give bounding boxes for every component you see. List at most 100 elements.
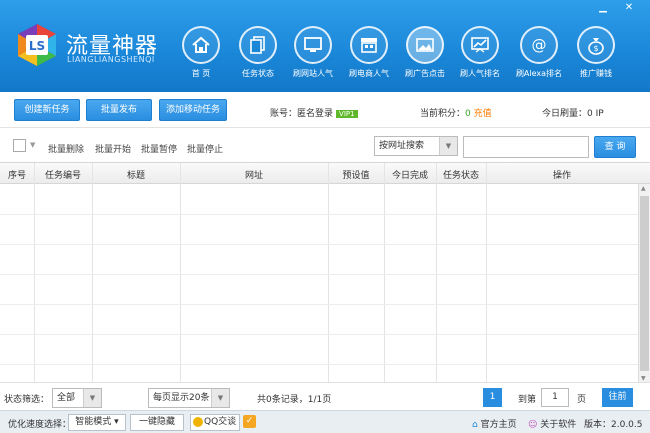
chevron-down-icon: ▼ <box>83 389 101 407</box>
table-header: 序号 任务编号 标题 网址 预设值 今日完成 任务状态 操作 <box>0 163 650 184</box>
batch-start-link[interactable]: 批量开始 <box>95 142 131 155</box>
chart-icon <box>471 37 489 53</box>
col-task-id: 任务编号 <box>44 171 81 181</box>
points-value: 0 <box>465 109 471 119</box>
version-text: 版本：2.0.0.5 <box>584 420 643 430</box>
nav-promote-earn[interactable]: $ 推广赚钱 <box>567 26 625 86</box>
points-label: 当前积分： <box>420 109 466 119</box>
goto-button[interactable]: 往前 <box>602 388 633 407</box>
status-bar: 优化速度选择： 智能模式 ▾ 一键隐藏 QQ交谈 ✓ ⌂ 官方主页 ☺ 关于软件… <box>0 410 650 433</box>
nav-task-status[interactable]: 任务状态 <box>229 26 287 86</box>
close-button[interactable]: ✕ <box>622 2 636 13</box>
status-filter-value: 全部 <box>57 393 76 403</box>
chevron-down-icon[interactable]: ▼ <box>30 141 35 149</box>
money-bag-icon: $ <box>588 38 604 55</box>
add-mobile-task-button[interactable]: 添加移动任务 <box>159 99 227 121</box>
col-task-status: 任务状态 <box>442 171 479 181</box>
hide-window-button[interactable]: 一键隐藏 <box>130 414 184 431</box>
nav-ecommerce-traffic-label: 刷电商人气 <box>349 69 389 78</box>
scroll-down-icon[interactable]: ▼ <box>641 375 646 382</box>
query-button[interactable]: 查 询 <box>594 136 636 158</box>
svg-text:$: $ <box>593 44 598 53</box>
table-scrollbar[interactable]: ▲ ▼ <box>638 184 650 383</box>
col-url: 网址 <box>244 171 263 181</box>
chevron-down-icon: ▼ <box>211 389 229 407</box>
nav-site-traffic[interactable]: 刷网站人气 <box>284 26 342 86</box>
account-value: 匿名登录 <box>297 109 334 119</box>
batch-publish-button[interactable]: 批量发布 <box>86 99 152 121</box>
account-label: 账号： <box>270 109 298 119</box>
svg-text:@: @ <box>532 36 547 54</box>
action-toolbar: 创建新任务 批量发布 添加移动任务 账号：匿名登录 VIP1 当前积分：0 充值 … <box>0 92 650 128</box>
qq-chat-button[interactable]: QQ交谈 <box>190 414 240 431</box>
nav-home-label: 首 页 <box>191 69 211 78</box>
col-title: 标题 <box>126 171 145 181</box>
about-link[interactable]: ☺ 关于软件 <box>528 417 576 430</box>
speed-mode-select[interactable]: 智能模式 ▾ <box>68 414 126 431</box>
col-preset: 预设值 <box>342 171 370 181</box>
document-icon <box>250 36 265 54</box>
record-count: 共0条记录，1/1页 <box>257 395 332 405</box>
page-button-current[interactable]: 1 <box>483 388 502 407</box>
points-info: 当前积分：0 充值 <box>420 106 492 119</box>
create-task-button[interactable]: 创建新任务 <box>14 99 80 121</box>
speed-label: 优化速度选择： <box>8 420 72 430</box>
col-actions: 操作 <box>552 171 571 181</box>
nav-ecommerce-traffic[interactable]: 刷电商人气 <box>340 26 398 86</box>
batch-delete-link[interactable]: 批量删除 <box>48 142 84 155</box>
nav-promote-earn-label: 推广赚钱 <box>580 69 612 78</box>
per-page-select[interactable]: 每页显示20条 ▼ <box>148 388 230 408</box>
homepage-link[interactable]: ⌂ 官方主页 <box>472 417 517 430</box>
monitor-icon <box>304 37 322 52</box>
account-info: 账号：匿名登录 VIP1 <box>270 106 358 119</box>
page-unit: 页 <box>577 395 587 405</box>
qq-icon <box>193 417 203 427</box>
nav-ad-click[interactable]: 刷广告点击 <box>396 26 454 86</box>
chevron-down-icon: ▾ <box>114 417 119 427</box>
batch-pause-link[interactable]: 批量暂停 <box>141 142 177 155</box>
logo-text: LS <box>29 39 45 53</box>
status-filter-select[interactable]: 全部 ▼ <box>52 388 102 408</box>
app-logo-icon: LS <box>18 24 56 66</box>
col-index: 序号 <box>7 171 26 181</box>
search-mode-value: 按网址搜索 <box>379 141 425 151</box>
check-icon: ✓ <box>243 415 256 428</box>
minimize-button[interactable]: ▁ <box>596 2 610 13</box>
col-today-done: 今日完成 <box>391 171 428 181</box>
goto-page-input[interactable]: 1 <box>541 388 569 407</box>
select-all-checkbox[interactable] <box>13 139 26 152</box>
image-icon <box>416 38 434 52</box>
per-page-value: 每页显示20条 <box>153 393 210 403</box>
today-value: 0 IP <box>587 109 604 119</box>
search-input[interactable] <box>463 136 589 158</box>
speed-mode-value: 智能模式 <box>75 417 112 427</box>
search-mode-select[interactable]: 按网址搜索 ▼ <box>374 136 458 156</box>
about-label: 关于软件 <box>540 420 577 430</box>
status-filter-label: 状态筛选： <box>4 395 50 405</box>
nav-popularity-rank[interactable]: 刷人气排名 <box>451 26 509 86</box>
app-subtitle: LIANGLIANGSHENQI <box>67 55 155 64</box>
nav-site-traffic-label: 刷网站人气 <box>293 69 333 78</box>
nav-popularity-rank-label: 刷人气排名 <box>460 69 500 78</box>
scroll-up-icon[interactable]: ▲ <box>641 185 646 192</box>
home-icon <box>192 36 210 53</box>
recharge-link[interactable]: 充值 <box>474 109 492 119</box>
today-label: 今日刷量： <box>542 109 588 119</box>
goto-label: 到第 <box>518 395 537 405</box>
nav-task-status-label: 任务状态 <box>242 69 274 78</box>
nav-alexa-rank-label: 刷Alexa排名 <box>515 69 563 78</box>
qq-chat-label: QQ交谈 <box>204 417 237 427</box>
home-globe-icon: ⌂ <box>472 420 478 430</box>
nav-home[interactable]: 首 页 <box>172 26 230 86</box>
vip-badge: VIP1 <box>336 110 358 118</box>
task-table: 序号 任务编号 标题 网址 预设值 今日完成 任务状态 操作 ▲ ▼ <box>0 162 650 383</box>
homepage-label: 官方主页 <box>480 420 517 430</box>
today-traffic-info: 今日刷量：0 IP <box>542 106 604 119</box>
nav-alexa-rank[interactable]: @ 刷Alexa排名 <box>510 26 568 86</box>
at-icon: @ <box>532 36 547 54</box>
nav-ad-click-label: 刷广告点击 <box>405 69 445 78</box>
scrollbar-thumb[interactable] <box>640 196 649 371</box>
shop-icon <box>361 38 377 53</box>
chevron-down-icon: ▼ <box>439 137 457 155</box>
batch-stop-link[interactable]: 批量停止 <box>187 142 223 155</box>
